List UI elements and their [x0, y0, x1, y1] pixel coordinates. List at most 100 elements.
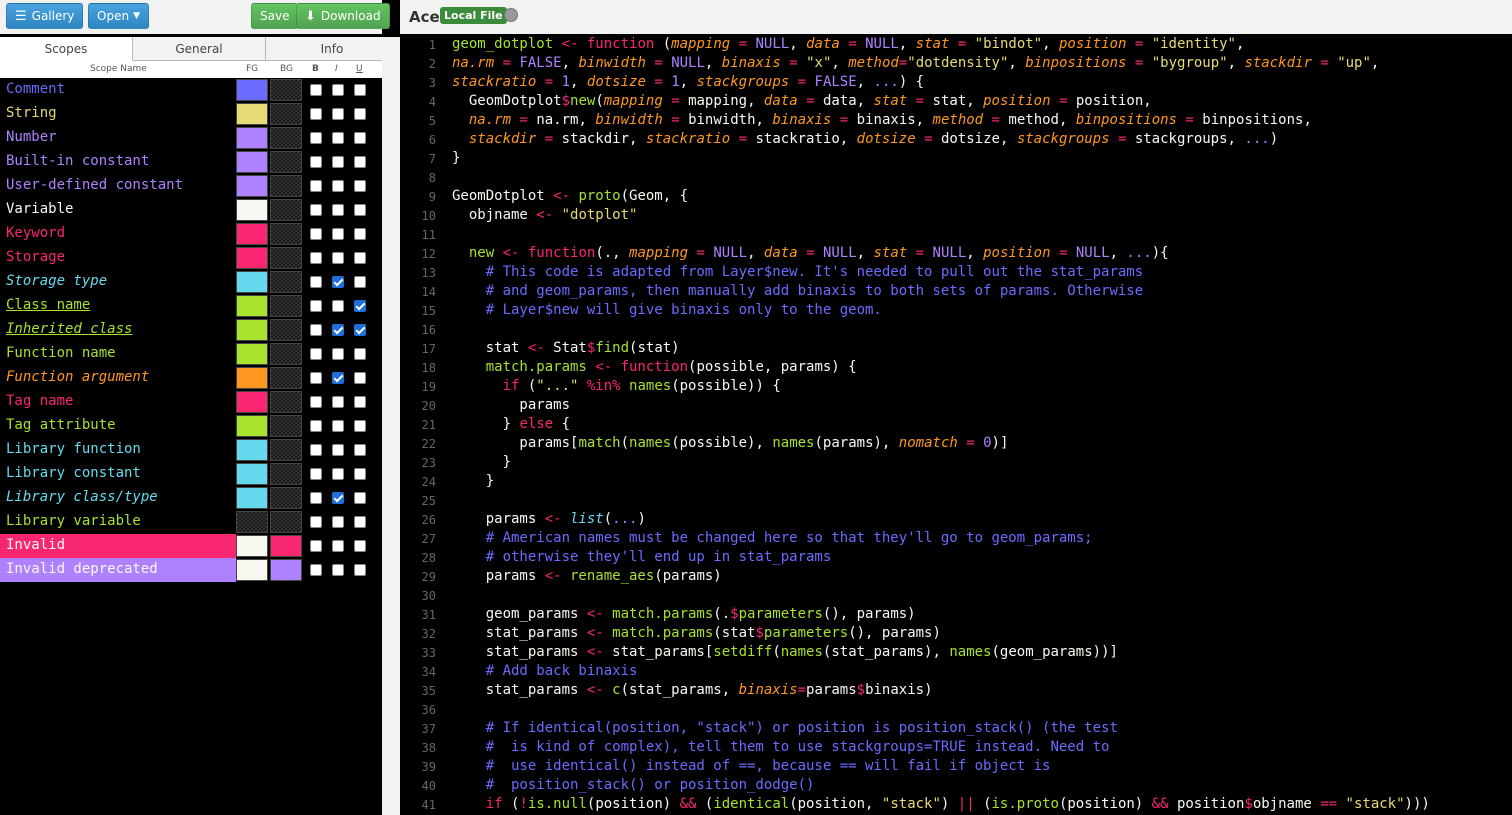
- scope-row[interactable]: Library function: [0, 438, 382, 462]
- bg-color-swatch[interactable]: [270, 271, 302, 293]
- scope-row[interactable]: Variable: [0, 198, 382, 222]
- scope-row[interactable]: Inherited class: [0, 318, 382, 342]
- italic-checkbox[interactable]: [332, 324, 344, 336]
- bg-color-swatch[interactable]: [270, 511, 302, 533]
- scope-row[interactable]: String: [0, 102, 382, 126]
- scope-row[interactable]: Library class/type: [0, 486, 382, 510]
- underline-checkbox[interactable]: [354, 372, 366, 384]
- bold-checkbox[interactable]: [310, 252, 322, 264]
- underline-checkbox[interactable]: [354, 132, 366, 144]
- fg-color-swatch[interactable]: [236, 439, 268, 461]
- underline-checkbox[interactable]: [354, 564, 366, 576]
- underline-checkbox[interactable]: [354, 252, 366, 264]
- save-button[interactable]: Save: [251, 3, 299, 29]
- fg-color-swatch[interactable]: [236, 175, 268, 197]
- bg-color-swatch[interactable]: [270, 127, 302, 149]
- underline-checkbox[interactable]: [354, 540, 366, 552]
- bold-checkbox[interactable]: [310, 108, 322, 120]
- fg-color-swatch[interactable]: [236, 391, 268, 413]
- underline-checkbox[interactable]: [354, 324, 366, 336]
- italic-checkbox[interactable]: [332, 516, 344, 528]
- italic-checkbox[interactable]: [332, 132, 344, 144]
- fg-color-swatch[interactable]: [236, 367, 268, 389]
- underline-checkbox[interactable]: [354, 108, 366, 120]
- bg-color-swatch[interactable]: [270, 151, 302, 173]
- underline-checkbox[interactable]: [354, 348, 366, 360]
- open-button[interactable]: Open ▼: [88, 3, 149, 29]
- bg-color-swatch[interactable]: [270, 535, 302, 557]
- italic-checkbox[interactable]: [332, 156, 344, 168]
- bold-checkbox[interactable]: [310, 420, 322, 432]
- bold-checkbox[interactable]: [310, 84, 322, 96]
- bg-color-swatch[interactable]: [270, 367, 302, 389]
- italic-checkbox[interactable]: [332, 84, 344, 96]
- underline-checkbox[interactable]: [354, 276, 366, 288]
- scope-row[interactable]: Function name: [0, 342, 382, 366]
- underline-checkbox[interactable]: [354, 468, 366, 480]
- download-button[interactable]: ⬇ Download: [296, 3, 390, 29]
- fg-color-swatch[interactable]: [236, 319, 268, 341]
- fg-color-swatch[interactable]: [236, 487, 268, 509]
- fg-color-swatch[interactable]: [236, 271, 268, 293]
- fg-color-swatch[interactable]: [236, 343, 268, 365]
- scope-row[interactable]: Built-in constant: [0, 150, 382, 174]
- fg-color-swatch[interactable]: [236, 295, 268, 317]
- scope-row[interactable]: Library variable: [0, 510, 382, 534]
- scope-row[interactable]: Keyword: [0, 222, 382, 246]
- bg-color-swatch[interactable]: [270, 175, 302, 197]
- bg-color-swatch[interactable]: [270, 439, 302, 461]
- fg-color-swatch[interactable]: [236, 463, 268, 485]
- bold-checkbox[interactable]: [310, 564, 322, 576]
- bold-checkbox[interactable]: [310, 276, 322, 288]
- gallery-button[interactable]: ☰ Gallery: [6, 3, 84, 29]
- bg-color-swatch[interactable]: [270, 487, 302, 509]
- italic-checkbox[interactable]: [332, 372, 344, 384]
- bg-color-swatch[interactable]: [270, 103, 302, 125]
- bold-checkbox[interactable]: [310, 372, 322, 384]
- fg-color-swatch[interactable]: [236, 151, 268, 173]
- bg-color-swatch[interactable]: [270, 247, 302, 269]
- globe-icon[interactable]: [504, 8, 518, 22]
- scope-row[interactable]: Library constant: [0, 462, 382, 486]
- bg-color-swatch[interactable]: [270, 79, 302, 101]
- bold-checkbox[interactable]: [310, 300, 322, 312]
- bold-checkbox[interactable]: [310, 348, 322, 360]
- tab-scopes[interactable]: Scopes: [0, 37, 133, 61]
- fg-color-swatch[interactable]: [236, 103, 268, 125]
- bold-checkbox[interactable]: [310, 204, 322, 216]
- underline-checkbox[interactable]: [354, 204, 366, 216]
- bg-color-swatch[interactable]: [270, 319, 302, 341]
- scope-row[interactable]: Invalid: [0, 534, 382, 558]
- italic-checkbox[interactable]: [332, 204, 344, 216]
- underline-checkbox[interactable]: [354, 228, 366, 240]
- scope-row[interactable]: Storage: [0, 246, 382, 270]
- scope-row[interactable]: Comment: [0, 78, 382, 102]
- fg-color-swatch[interactable]: [236, 247, 268, 269]
- italic-checkbox[interactable]: [332, 420, 344, 432]
- fg-color-swatch[interactable]: [236, 511, 268, 533]
- italic-checkbox[interactable]: [332, 564, 344, 576]
- bg-color-swatch[interactable]: [270, 199, 302, 221]
- scope-row[interactable]: Number: [0, 126, 382, 150]
- bg-color-swatch[interactable]: [270, 223, 302, 245]
- bold-checkbox[interactable]: [310, 492, 322, 504]
- bg-color-swatch[interactable]: [270, 415, 302, 437]
- underline-checkbox[interactable]: [354, 84, 366, 96]
- italic-checkbox[interactable]: [332, 396, 344, 408]
- code-editor[interactable]: 1 geom_dotplot <- function (mapping = NUL…: [400, 34, 1512, 815]
- fg-color-swatch[interactable]: [236, 535, 268, 557]
- bold-checkbox[interactable]: [310, 516, 322, 528]
- underline-checkbox[interactable]: [354, 396, 366, 408]
- italic-checkbox[interactable]: [332, 252, 344, 264]
- bold-checkbox[interactable]: [310, 468, 322, 480]
- italic-checkbox[interactable]: [332, 348, 344, 360]
- italic-checkbox[interactable]: [332, 228, 344, 240]
- fg-color-swatch[interactable]: [236, 199, 268, 221]
- italic-checkbox[interactable]: [332, 468, 344, 480]
- bold-checkbox[interactable]: [310, 180, 322, 192]
- scope-row[interactable]: Tag attribute: [0, 414, 382, 438]
- bold-checkbox[interactable]: [310, 324, 322, 336]
- underline-checkbox[interactable]: [354, 516, 366, 528]
- italic-checkbox[interactable]: [332, 108, 344, 120]
- italic-checkbox[interactable]: [332, 180, 344, 192]
